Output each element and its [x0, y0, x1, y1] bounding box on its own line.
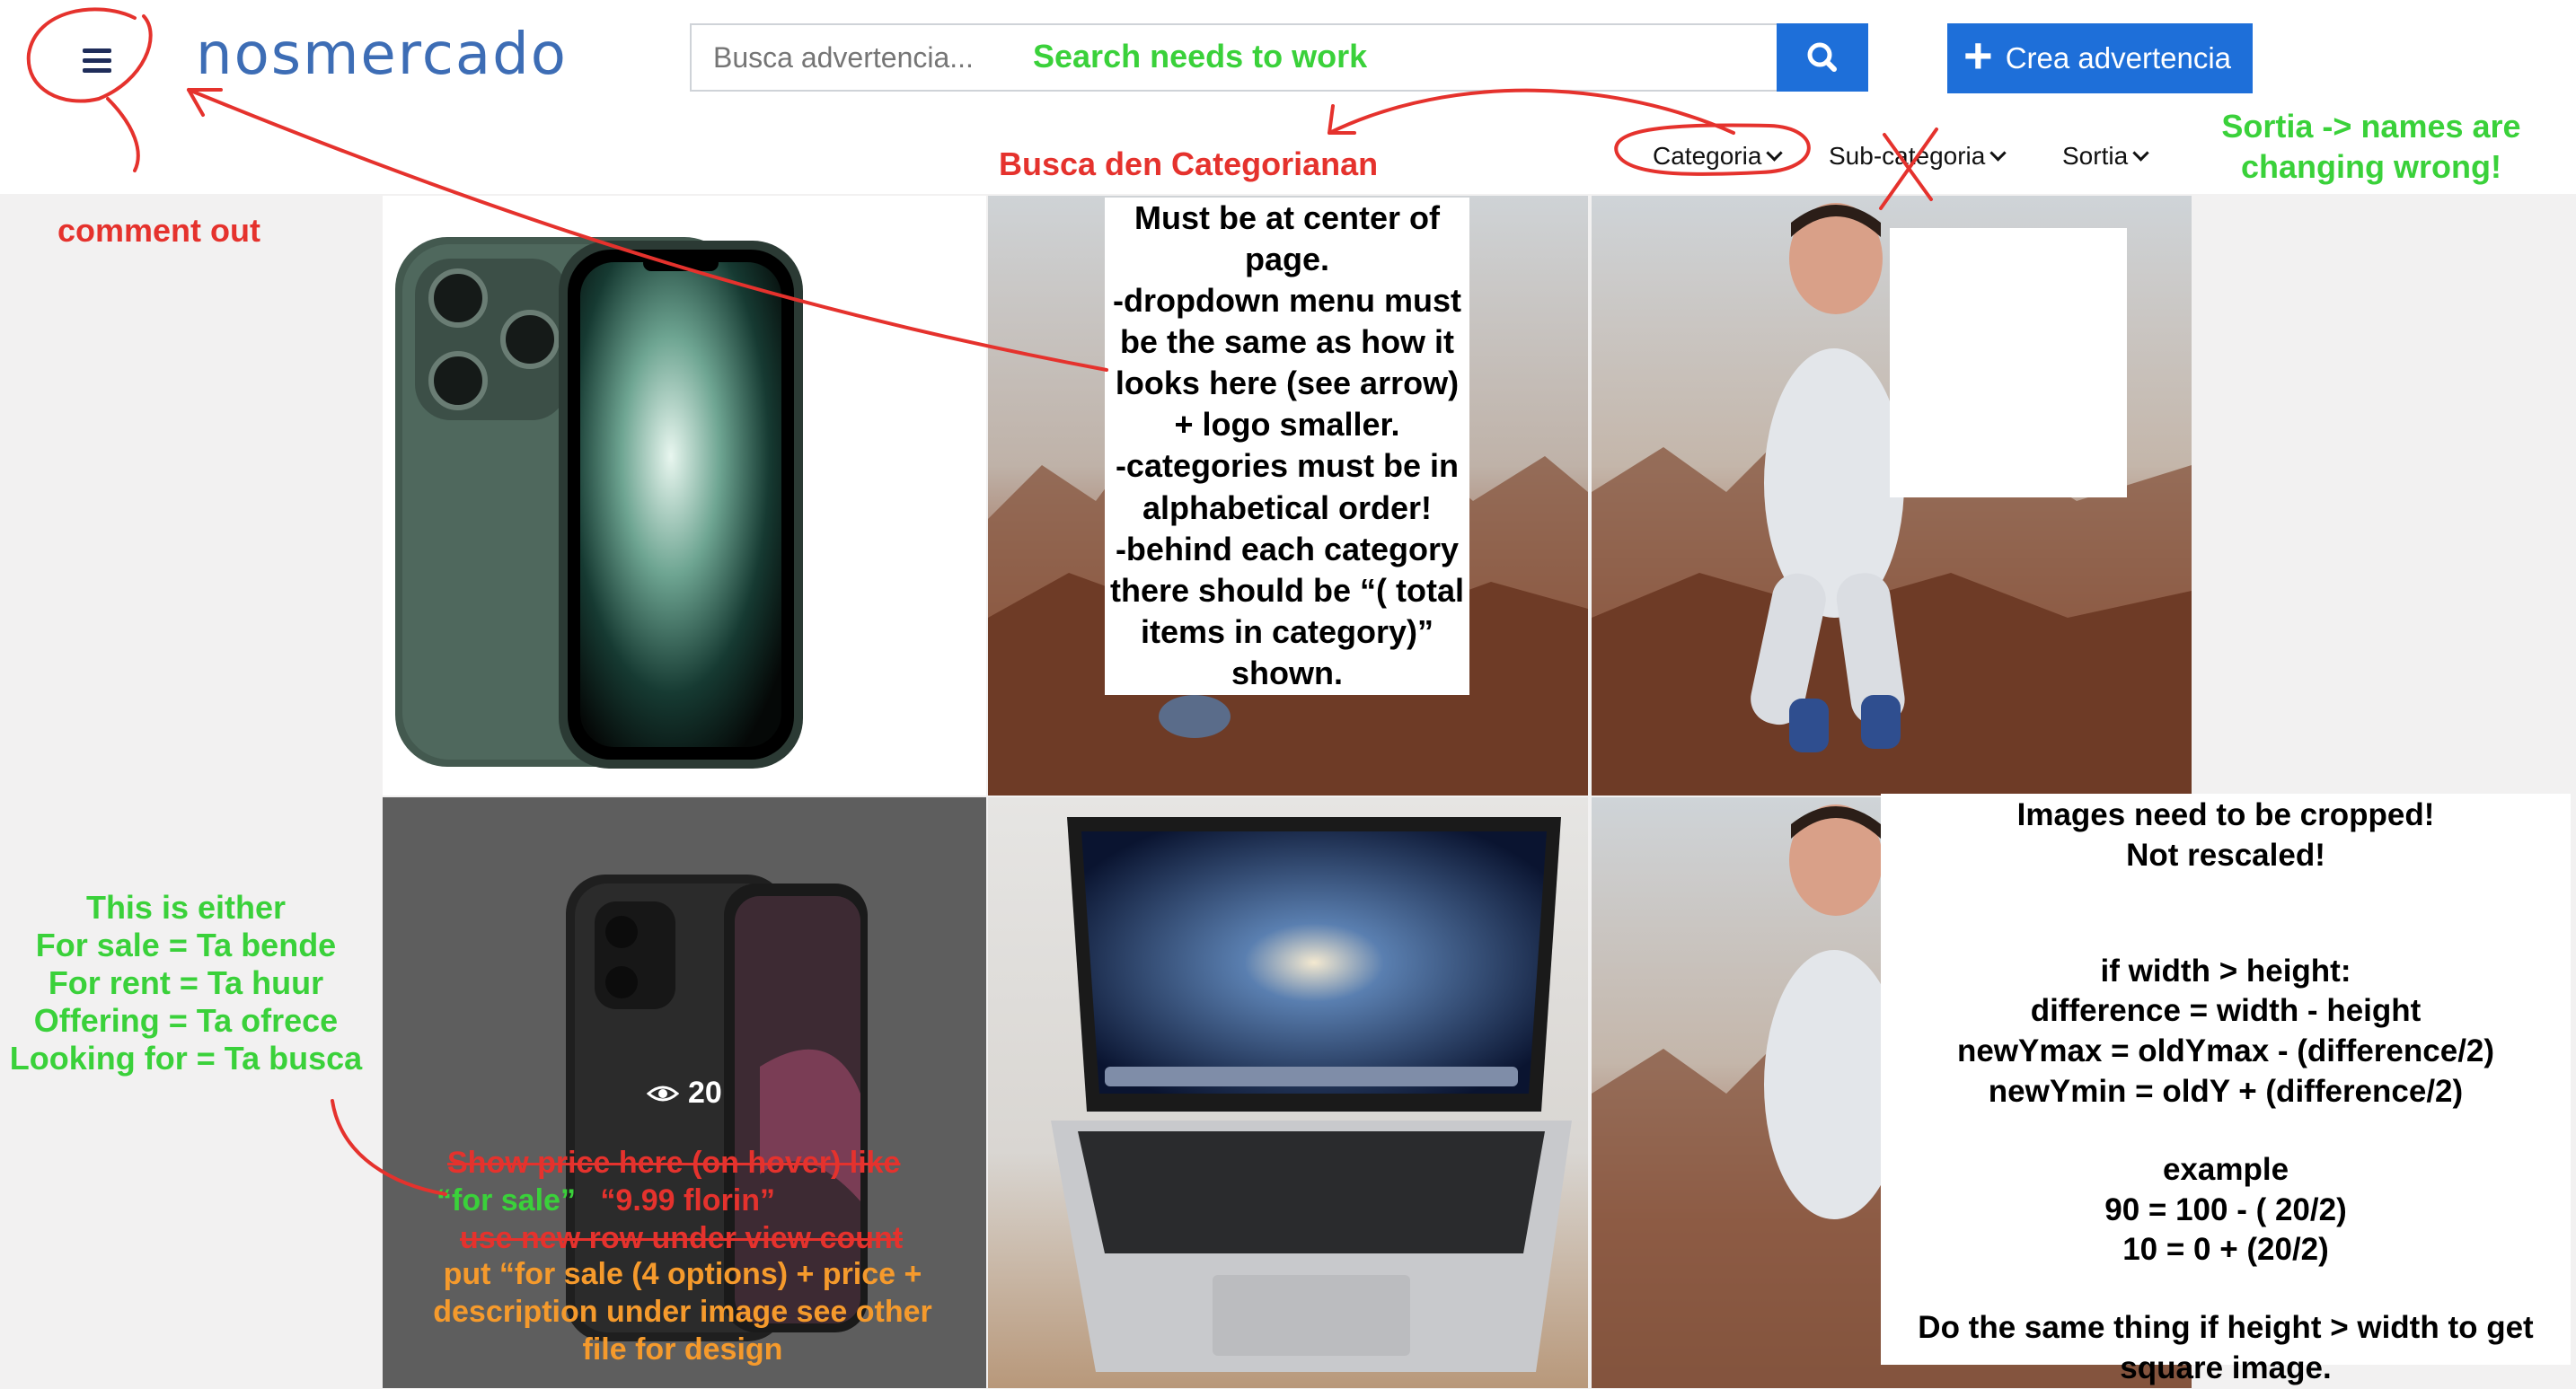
price-arrow	[331, 1099, 447, 1196]
menu-tail	[106, 97, 140, 172]
sub-categoria-x	[1879, 127, 1938, 210]
logo-arrow	[187, 88, 1108, 372]
menu-circle	[26, 7, 153, 103]
annotation-marks	[26, 7, 1938, 1196]
categoria-circle	[1614, 123, 1811, 176]
